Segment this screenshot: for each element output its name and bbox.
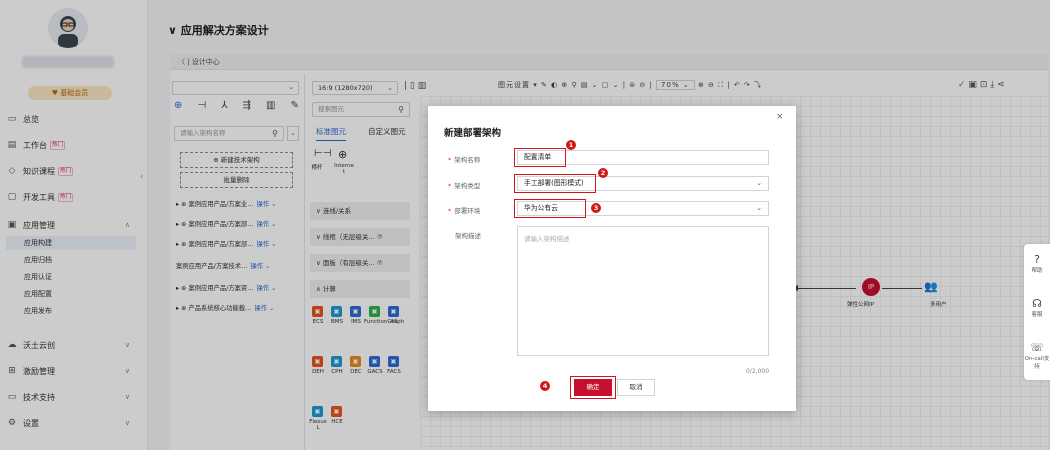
- annotation-box: [514, 148, 566, 167]
- step-marker: 4: [540, 381, 550, 391]
- help-sidebar: ? 帮助 ☊ 客服 ☏ On-call支持: [1024, 244, 1050, 380]
- step-marker: 1: [566, 140, 576, 150]
- chevron-down-icon: ⌄: [756, 179, 762, 187]
- modal-title: 新建部署架构: [444, 128, 502, 139]
- name-label: * 架构名称: [448, 156, 481, 164]
- help-icon[interactable]: ?: [1024, 254, 1050, 266]
- service-icon[interactable]: ☊: [1024, 298, 1050, 310]
- help-bar-label: 客服: [1031, 312, 1043, 318]
- oncall-icon[interactable]: ☏: [1024, 342, 1050, 354]
- cancel-button[interactable]: 取消: [617, 379, 655, 396]
- help-bar-label: On-call支持: [1024, 356, 1050, 370]
- help-bar-item[interactable]: ? 帮助: [1024, 254, 1050, 275]
- char-counter: 0/2,000: [746, 368, 770, 375]
- architecture-desc-textarea[interactable]: 请输入架构描述: [517, 226, 769, 356]
- type-label: * 架构类型: [448, 182, 481, 190]
- step-marker: 2: [598, 168, 608, 178]
- annotation-box: [570, 376, 616, 399]
- env-label: * 部署环境: [448, 207, 481, 215]
- help-bar-item[interactable]: ☊ 客服: [1024, 298, 1050, 319]
- close-icon[interactable]: ×: [776, 112, 784, 122]
- chevron-down-icon: ⌄: [756, 204, 762, 212]
- annotation-box: [514, 199, 586, 218]
- help-bar-label: 帮助: [1031, 268, 1043, 274]
- help-bar-item[interactable]: ☏ On-call支持: [1024, 342, 1050, 371]
- desc-label: 架构描述: [455, 232, 481, 240]
- step-marker: 3: [591, 203, 601, 213]
- annotation-box: [514, 174, 596, 193]
